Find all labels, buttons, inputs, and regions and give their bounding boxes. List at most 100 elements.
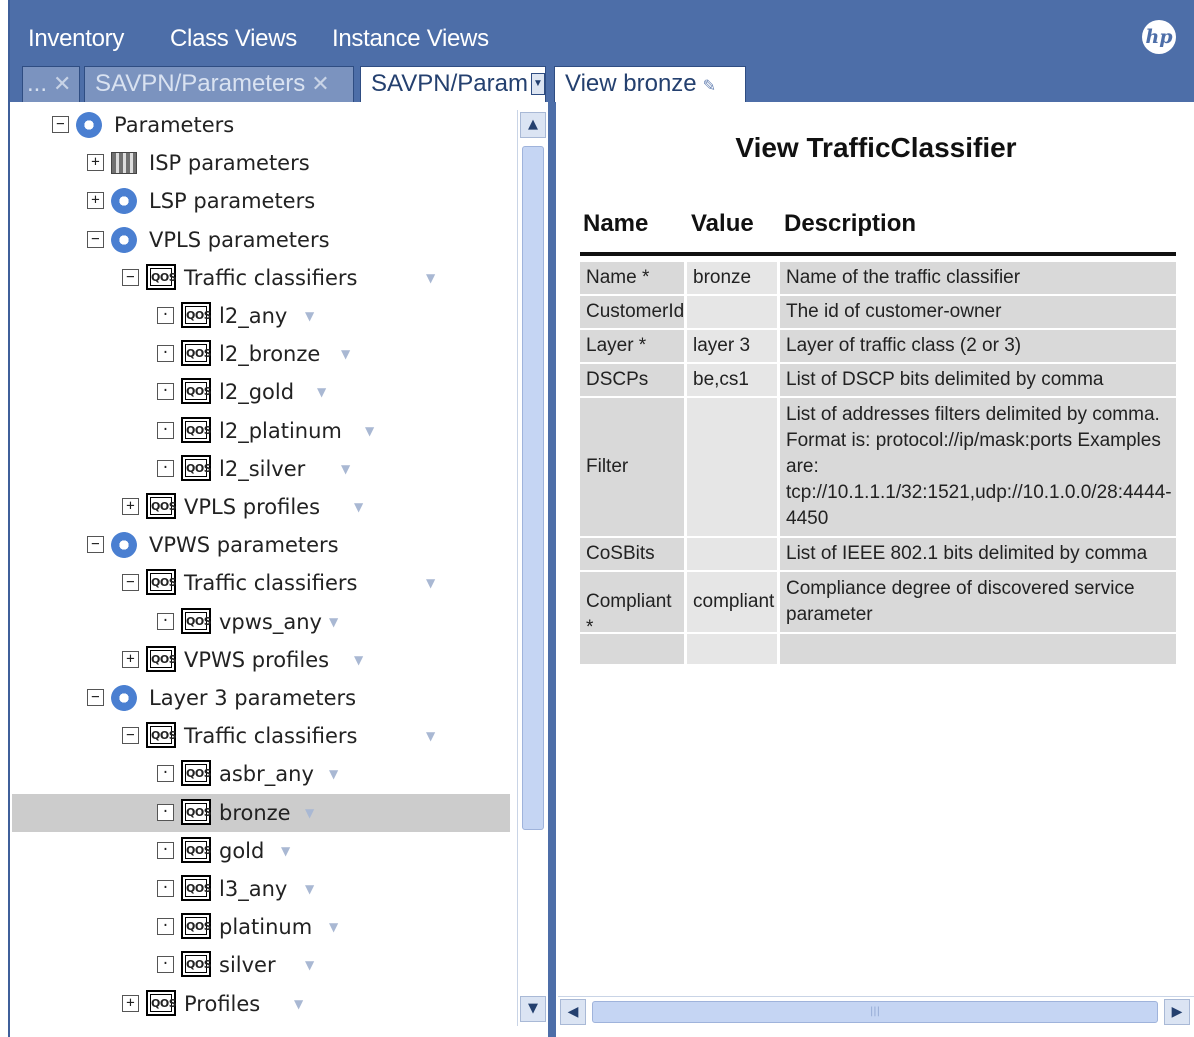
tree-node[interactable]: + QOS VPLS profiles ▼ xyxy=(12,488,510,526)
leaf-icon[interactable]: · xyxy=(157,612,174,630)
tree-node[interactable]: + ISP parameters xyxy=(12,144,510,182)
node-menu-caret-icon[interactable]: ▼ xyxy=(294,985,303,1023)
tree-node[interactable]: − Parameters xyxy=(12,106,510,144)
close-icon[interactable]: ✕ xyxy=(311,67,329,101)
qos-icon-text: QOS xyxy=(150,649,177,668)
collapse-icon[interactable]: − xyxy=(87,689,104,706)
expand-icon[interactable]: + xyxy=(87,192,104,210)
tab-savpn-param[interactable]: SAVPN/Param ▼ xyxy=(360,66,546,102)
leaf-icon[interactable]: · xyxy=(157,383,174,401)
tree-node[interactable]: + QOS VPWS profiles ▼ xyxy=(12,641,510,679)
node-menu-caret-icon[interactable]: ▼ xyxy=(341,450,350,488)
node-menu-caret-icon[interactable]: ▼ xyxy=(354,488,363,526)
tree-node[interactable]: · QOS gold ▼ xyxy=(12,832,510,870)
leaf-icon[interactable]: · xyxy=(157,459,174,477)
expand-icon[interactable]: + xyxy=(122,498,139,515)
menu-instance-views[interactable]: Instance Views xyxy=(332,24,489,54)
tree-node[interactable]: · QOS asbr_any ▼ xyxy=(12,755,510,793)
scroll-left-icon[interactable]: ◀ xyxy=(560,999,586,1025)
tree-node[interactable]: − QOS Traffic classifiers ▼ xyxy=(12,259,510,297)
cell-value xyxy=(687,538,777,570)
node-menu-caret-icon[interactable]: ▼ xyxy=(305,794,314,832)
tree-node[interactable]: − Layer 3 parameters xyxy=(12,679,510,717)
collapse-icon[interactable]: − xyxy=(87,536,104,554)
pin-icon[interactable]: ✎ xyxy=(703,70,716,102)
tree-node[interactable]: · QOS l2_gold ▼ xyxy=(12,373,510,411)
leaf-icon[interactable]: · xyxy=(157,421,174,439)
gear-icon xyxy=(111,532,137,559)
tree-node[interactable]: + LSP parameters xyxy=(12,182,510,220)
collapse-icon[interactable]: − xyxy=(52,116,69,133)
expand-icon[interactable]: + xyxy=(122,994,139,1012)
node-menu-caret-icon[interactable]: ▼ xyxy=(365,412,374,450)
leaf-icon[interactable]: · xyxy=(157,765,174,783)
tree-node[interactable]: · QOS l2_bronze ▼ xyxy=(12,335,510,373)
qos-icon: QOS xyxy=(181,302,212,328)
leaf-icon[interactable]: · xyxy=(157,841,174,859)
tree-node[interactable]: · QOS platinum ▼ xyxy=(12,908,510,946)
scroll-thumb[interactable]: ||| xyxy=(592,1001,1158,1023)
tree-node[interactable]: − VPWS parameters xyxy=(12,526,510,564)
expand-icon[interactable]: + xyxy=(87,154,104,172)
leaf-icon[interactable]: · xyxy=(157,307,174,324)
cell-description: Layer of traffic class (2 or 3) xyxy=(780,330,1176,362)
cell-description-text: List of DSCP bits delimited by comma xyxy=(786,369,1104,390)
tab-overflow[interactable]: ... ✕ xyxy=(22,66,80,102)
close-icon[interactable]: ✕ xyxy=(53,67,71,101)
menu-class-views[interactable]: Class Views xyxy=(170,24,297,54)
collapse-icon[interactable]: − xyxy=(122,727,139,745)
menu-inventory[interactable]: Inventory xyxy=(28,24,124,54)
node-menu-caret-icon[interactable]: ▼ xyxy=(305,946,314,984)
leaf-icon[interactable]: · xyxy=(157,880,174,897)
node-menu-caret-icon[interactable]: ▼ xyxy=(317,373,326,411)
database-icon xyxy=(111,152,137,175)
leaf-icon[interactable]: · xyxy=(157,345,174,363)
tree-node[interactable]: · QOS bronze ▼ xyxy=(12,793,510,832)
tree-node[interactable]: − VPLS parameters xyxy=(12,221,510,259)
node-menu-caret-icon[interactable]: ▼ xyxy=(426,564,435,602)
tree-scrollbar[interactable]: ▲ ▼ xyxy=(517,110,547,1026)
leaf-icon[interactable]: · xyxy=(157,918,174,936)
expand-icon[interactable]: + xyxy=(122,650,139,668)
dropdown-arrow-icon[interactable]: ▼ xyxy=(531,73,545,95)
tree-node[interactable]: · QOS l2_platinum ▼ xyxy=(12,412,510,450)
node-menu-caret-icon[interactable]: ▼ xyxy=(281,832,290,870)
tree-node[interactable]: · QOS l2_silver ▼ xyxy=(12,450,510,488)
collapse-icon[interactable]: − xyxy=(122,268,139,286)
node-menu-caret-icon[interactable]: ▼ xyxy=(426,717,435,755)
node-menu-caret-icon[interactable]: ▼ xyxy=(426,259,435,297)
node-menu-caret-icon[interactable]: ▼ xyxy=(305,297,314,335)
scroll-down-icon[interactable]: ▼ xyxy=(520,996,546,1022)
tree-node-label: VPWS profiles xyxy=(184,647,330,672)
node-menu-caret-icon[interactable]: ▼ xyxy=(354,641,363,679)
qos-icon: QOS xyxy=(181,454,212,481)
collapse-icon[interactable]: − xyxy=(122,574,139,592)
tree-node[interactable]: − QOS Traffic classifiers ▼ xyxy=(12,717,510,755)
scroll-thumb[interactable] xyxy=(522,146,544,830)
leaf-icon[interactable]: · xyxy=(157,803,174,821)
horizontal-scrollbar[interactable]: ◀ ||| ▶ xyxy=(558,996,1194,1026)
node-menu-caret-icon[interactable]: ▼ xyxy=(341,335,350,373)
node-menu-caret-icon[interactable]: ▼ xyxy=(329,908,338,946)
pane-splitter[interactable] xyxy=(548,102,556,1037)
tree-node-label: gold xyxy=(219,838,265,863)
node-menu-caret-icon[interactable]: ▼ xyxy=(305,870,314,908)
scroll-up-icon[interactable]: ▲ xyxy=(520,112,546,138)
collapse-icon[interactable]: − xyxy=(87,230,104,248)
tree-node[interactable]: − QOS Traffic classifiers ▼ xyxy=(12,564,510,602)
cell-name: Name * xyxy=(580,262,684,294)
tab-view-bronze[interactable]: View bronze ✎ xyxy=(554,66,746,102)
qos-icon-text: QOS xyxy=(150,993,177,1012)
tree-node[interactable]: · QOS vpws_any ▼ xyxy=(12,603,510,641)
tree-node[interactable]: · QOS silver ▼ xyxy=(12,946,510,984)
node-menu-caret-icon[interactable]: ▼ xyxy=(329,603,338,641)
scroll-right-icon[interactable]: ▶ xyxy=(1164,999,1190,1025)
tree-node-label: LSP parameters xyxy=(149,189,316,214)
tree-node[interactable]: + QOS Profiles ▼ xyxy=(12,985,510,1023)
node-menu-caret-icon[interactable]: ▼ xyxy=(329,755,338,793)
leaf-icon[interactable]: · xyxy=(157,956,174,974)
tree-node[interactable]: · QOS l2_any ▼ xyxy=(12,297,510,335)
tree-node[interactable]: · QOS l3_any ▼ xyxy=(12,870,510,908)
tree-node-label: Layer 3 parameters xyxy=(149,686,357,710)
tab-savpn-parameters[interactable]: SAVPN/Parameters ✕ xyxy=(84,66,354,102)
